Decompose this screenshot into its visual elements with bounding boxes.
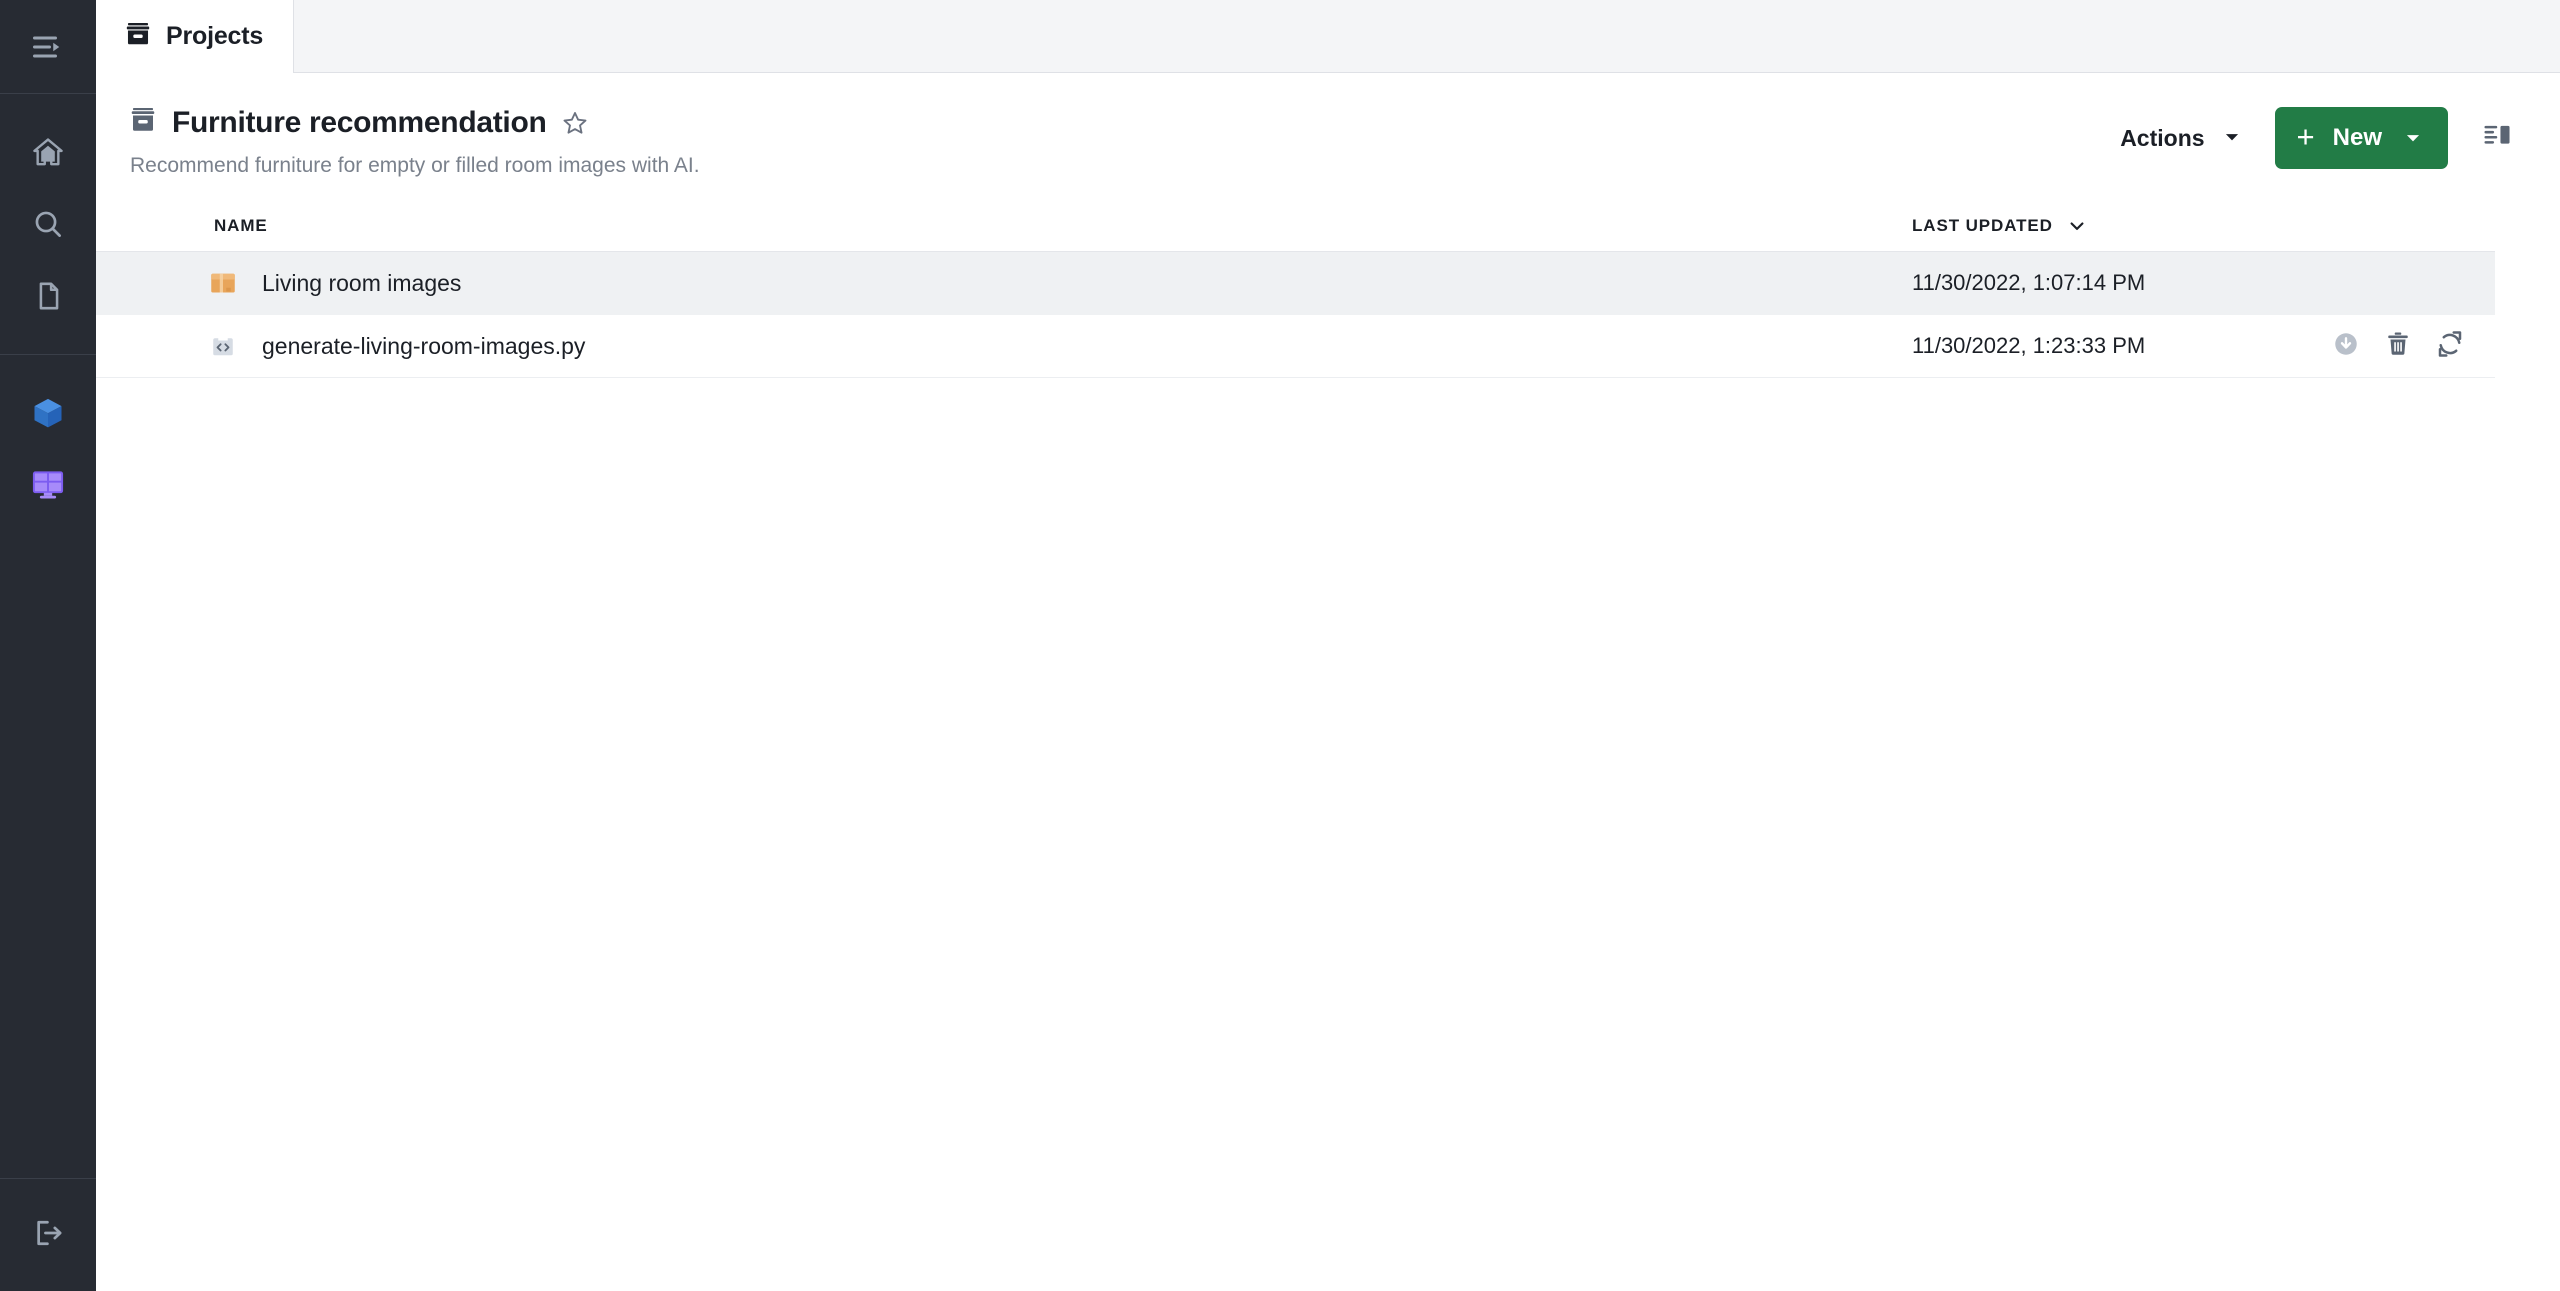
- actions-label: Actions: [2120, 124, 2205, 151]
- column-header-name[interactable]: NAME: [96, 216, 1912, 236]
- new-label: New: [2332, 124, 2382, 151]
- document-icon: [31, 279, 65, 313]
- logout-button[interactable]: [0, 1197, 96, 1269]
- row-name-label: Living room images: [262, 269, 462, 296]
- page-header-left: Furniture recommendation Recommend furni…: [128, 101, 700, 178]
- sync-button[interactable]: [2433, 329, 2467, 363]
- row-action-buttons: [2329, 329, 2467, 363]
- caret-down-icon: [2404, 129, 2422, 147]
- cube-icon: [30, 395, 66, 431]
- sidebar-item-documents[interactable]: [0, 260, 96, 332]
- row-name-cell: generate-living-room-images.py: [96, 329, 1912, 363]
- sync-icon: [2435, 329, 2465, 364]
- archive-box-icon: [128, 105, 158, 140]
- side-panel-icon: [2481, 120, 2513, 157]
- plus-icon: +: [2296, 119, 2315, 154]
- column-header-name-label: NAME: [214, 215, 268, 235]
- menu-expand-button[interactable]: [0, 11, 96, 83]
- main-area: Projects Furniture recommendation Recomm…: [96, 0, 2560, 1291]
- tab-projects[interactable]: Projects: [96, 0, 295, 73]
- row-last-updated: 11/30/2022, 1:07:14 PM: [1912, 270, 2146, 295]
- app-root: Projects Furniture recommendation Recomm…: [0, 0, 2560, 1291]
- page-title-row: Furniture recommendation: [128, 105, 700, 140]
- page-subtitle: Recommend furniture for empty or filled …: [130, 154, 700, 177]
- actions-button[interactable]: Actions: [2112, 115, 2248, 162]
- search-icon: [31, 207, 65, 241]
- row-name-cell: Living room images: [96, 266, 1912, 300]
- dashboard-icon: [30, 467, 66, 503]
- code-file-icon: [206, 329, 240, 363]
- left-nav-rail: [0, 0, 96, 1291]
- file-table: NAME LAST UPDATED Living room images 11/…: [96, 200, 2560, 378]
- table-header-row: NAME LAST UPDATED: [96, 200, 2495, 252]
- rail-bottom-group: [0, 1178, 96, 1291]
- column-header-last-updated-label: LAST UPDATED: [1912, 215, 2053, 235]
- side-panel-toggle-button[interactable]: [2474, 115, 2520, 161]
- row-name-label: generate-living-room-images.py: [262, 332, 586, 359]
- menu-expand-icon: [30, 29, 66, 65]
- new-button[interactable]: + New: [2274, 107, 2448, 169]
- sidebar-item-models[interactable]: [0, 377, 96, 449]
- delete-button[interactable]: [2381, 329, 2415, 363]
- rail-primary-group: [0, 94, 96, 521]
- page-header-actions: Actions + New: [2112, 101, 2520, 169]
- home-icon: [31, 135, 65, 169]
- page-title: Furniture recommendation: [172, 105, 547, 139]
- trash-icon: [2383, 329, 2413, 364]
- chevron-down-icon: [2067, 216, 2087, 236]
- column-header-last-updated[interactable]: LAST UPDATED: [1912, 216, 2495, 236]
- logout-icon: [31, 1216, 65, 1250]
- star-outline-icon[interactable]: [561, 109, 589, 137]
- tab-label: Projects: [166, 22, 264, 50]
- download-icon: [2331, 329, 2361, 364]
- tab-strip: Projects: [96, 0, 2560, 73]
- rail-toggle-container: [0, 0, 96, 93]
- rail-divider-mid: [0, 354, 96, 355]
- sidebar-item-dashboards[interactable]: [0, 449, 96, 521]
- caret-down-icon: [2223, 125, 2241, 152]
- page-header: Furniture recommendation Recommend furni…: [96, 73, 2560, 200]
- table-row[interactable]: Living room images 11/30/2022, 1:07:14 P…: [96, 252, 2495, 315]
- download-button[interactable]: [2329, 329, 2363, 363]
- table-row[interactable]: generate-living-room-images.py 11/30/202…: [96, 315, 2495, 378]
- sidebar-item-home[interactable]: [0, 116, 96, 188]
- sidebar-item-search[interactable]: [0, 188, 96, 260]
- archive-box-icon: [124, 20, 152, 53]
- package-icon: [206, 266, 240, 300]
